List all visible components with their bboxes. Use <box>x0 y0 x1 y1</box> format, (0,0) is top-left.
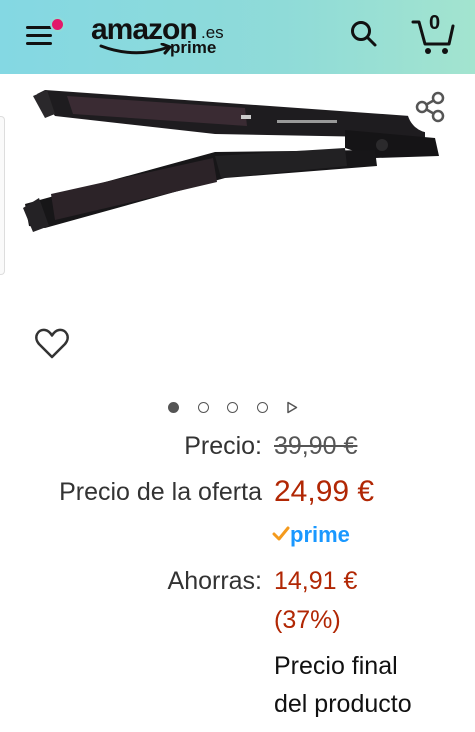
deal-price-label: Precio de la oferta <box>59 478 262 506</box>
header-bar: amazon .es prime 0 <box>0 0 475 74</box>
pager-dot[interactable] <box>198 402 209 413</box>
share-button[interactable] <box>407 85 455 133</box>
final-price-note-line1: Precio final <box>274 652 398 680</box>
cart-button[interactable]: 0 <box>411 12 455 56</box>
wishlist-button[interactable] <box>34 327 70 366</box>
heart-icon <box>35 328 69 359</box>
play-icon[interactable] <box>286 401 298 414</box>
list-price-label: Precio: <box>184 432 262 460</box>
product-image[interactable] <box>15 86 445 246</box>
share-icon <box>415 91 445 123</box>
prime-check-icon <box>272 526 290 541</box>
prime-label: prime <box>290 522 350 547</box>
amazon-logo[interactable]: amazon .es prime <box>91 13 231 61</box>
gallery-edge-handle[interactable] <box>0 116 5 275</box>
menu-button[interactable] <box>26 17 65 50</box>
pager-dot[interactable] <box>227 402 238 413</box>
final-price-note-line2: del producto <box>274 690 412 718</box>
logo-prime: prime <box>170 38 217 57</box>
savings-label: Ahorras: <box>167 567 262 595</box>
pager-dot-active[interactable] <box>168 402 179 413</box>
list-price-value: 39,90 € <box>274 432 358 460</box>
search-button[interactable] <box>349 19 379 49</box>
cart-count: 0 <box>429 12 441 34</box>
pager-dot[interactable] <box>257 402 268 413</box>
savings-value: 14,91 € <box>274 567 358 595</box>
notification-dot <box>50 17 65 32</box>
deal-price-value: 24,99 € <box>274 475 375 508</box>
image-pager[interactable] <box>166 399 306 417</box>
search-icon <box>351 21 377 47</box>
savings-percent: (37%) <box>274 606 341 634</box>
smile-arrow-icon <box>99 43 172 55</box>
